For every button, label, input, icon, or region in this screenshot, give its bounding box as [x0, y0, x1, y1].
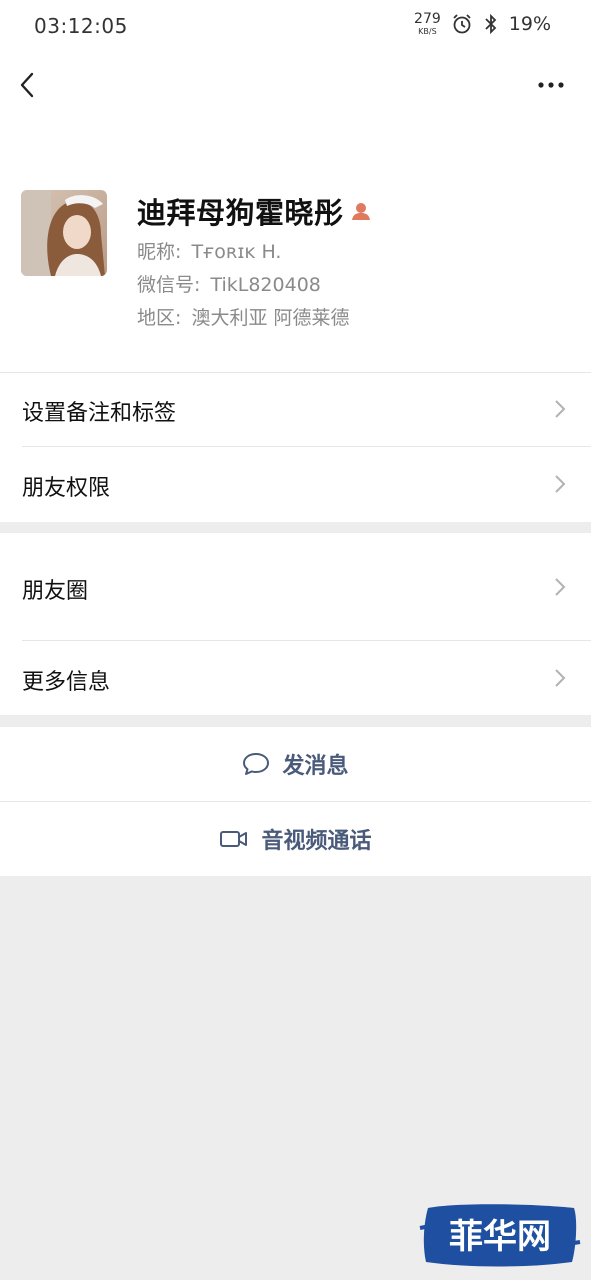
more-info-row[interactable]: 更多信息 [0, 641, 591, 715]
status-time: 03:12:05 [34, 14, 128, 38]
svg-text:菲华网: 菲华网 [449, 1217, 551, 1257]
region-value: 澳大利亚 阿德莱德 [191, 307, 350, 329]
chat-bubble-icon [243, 753, 270, 775]
back-icon[interactable] [14, 68, 44, 102]
region-label: 地区: [137, 307, 182, 329]
video-call-button[interactable]: 音视频通话 [0, 802, 591, 876]
remark-tags-row[interactable]: 设置备注和标签 [0, 372, 591, 447]
site-watermark-logo: 菲华网 [419, 1204, 581, 1267]
network-speed: 279 KB/S [414, 12, 441, 36]
profile-name-row: 迪拜母狗霍晓彤 [137, 190, 372, 232]
nickname-line: 昵称: Tғᴏʀɪᴋ H. [137, 237, 281, 264]
divider [0, 372, 591, 373]
network-speed-unit: KB/S [418, 27, 437, 36]
wechat-id-value: TikL820408 [210, 274, 321, 296]
status-icons: 279 KB/S 19% [414, 12, 551, 36]
more-options-icon[interactable] [533, 68, 569, 102]
more-info-label: 更多信息 [22, 670, 111, 695]
friend-permissions-label: 朋友权限 [22, 476, 111, 501]
nickname-value: Tғᴏʀɪᴋ H. [191, 241, 282, 263]
wechat-id-label: 微信号: [137, 274, 201, 296]
friend-permissions-row[interactable]: 朋友权限 [0, 447, 591, 522]
chevron-right-icon [555, 669, 566, 687]
moments-row[interactable]: 朋友圈 [0, 533, 591, 641]
status-bar: 03:12:05 279 KB/S 19% [0, 0, 591, 52]
alarm-icon [453, 14, 471, 34]
send-message-button[interactable]: 发消息 [0, 727, 591, 801]
nickname-label: 昵称: [137, 241, 182, 263]
remark-tags-label: 设置备注和标签 [22, 401, 177, 426]
network-speed-value: 279 [414, 11, 441, 27]
wechat-id-line: 微信号: TikL820408 [137, 270, 321, 297]
chevron-right-icon [555, 578, 566, 596]
chevron-right-icon [555, 400, 566, 418]
bluetooth-icon [485, 13, 497, 35]
avatar[interactable] [21, 190, 107, 276]
video-call-label: 音视频通话 [261, 829, 372, 854]
region-line: 地区: 澳大利亚 阿德莱德 [137, 303, 350, 330]
profile-name: 迪拜母狗霍晓彤 [137, 196, 344, 230]
chevron-right-icon [555, 475, 566, 493]
battery-level: 19% [508, 13, 551, 35]
female-icon [351, 203, 370, 220]
send-message-label: 发消息 [282, 754, 349, 779]
moments-label: 朋友圈 [22, 579, 89, 604]
video-camera-icon [220, 831, 248, 847]
nav-bar [0, 60, 591, 110]
